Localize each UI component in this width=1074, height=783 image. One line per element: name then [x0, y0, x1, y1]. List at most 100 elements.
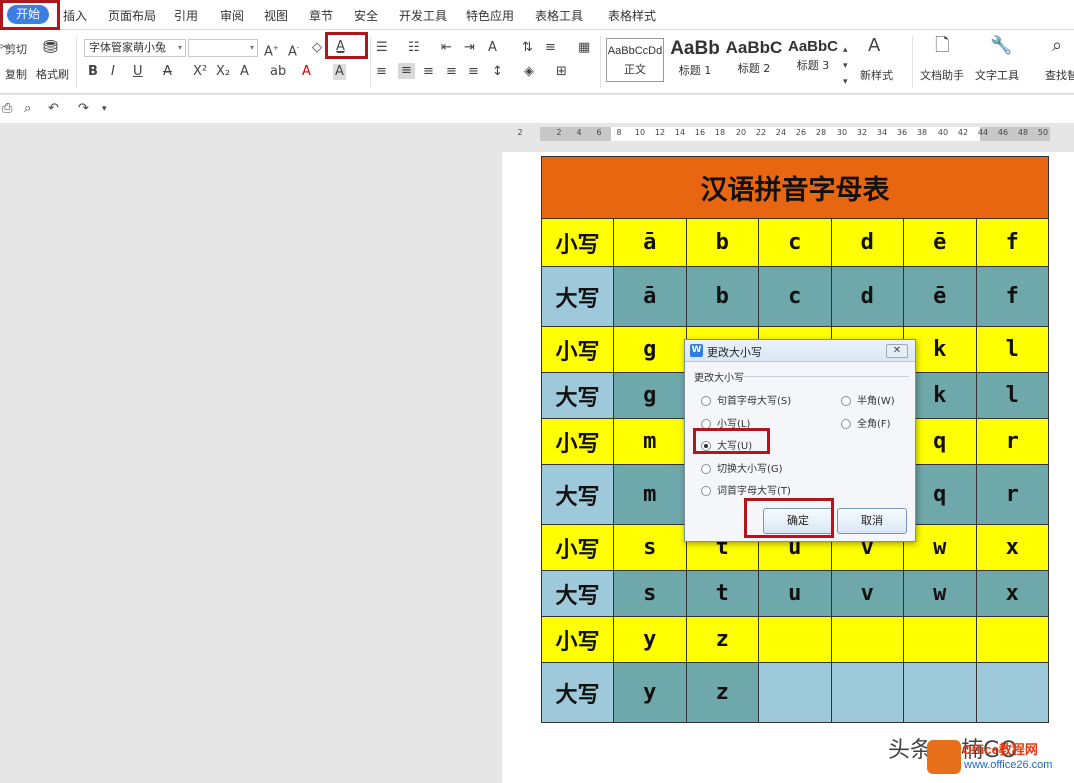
style-heading-1[interactable]: AaBb 标题 1: [666, 38, 724, 82]
strikethrough-icon[interactable]: A: [163, 64, 172, 80]
borders-icon[interactable]: ▦: [578, 40, 590, 56]
print-icon[interactable]: ⎙: [2, 101, 12, 117]
undo-icon[interactable]: ↶: [48, 101, 59, 117]
shrink-font-icon[interactable]: A-: [288, 40, 299, 60]
table-cell[interactable]: [975, 662, 1049, 723]
table-borders-icon[interactable]: ⊞: [556, 64, 567, 80]
align-left-icon[interactable]: ≡: [376, 64, 387, 80]
table-cell[interactable]: y: [613, 662, 687, 723]
table-cell[interactable]: v: [830, 570, 904, 617]
char-shading-icon[interactable]: A: [333, 64, 346, 80]
shading-icon[interactable]: ◈: [524, 64, 534, 80]
customize-icon[interactable]: ▾: [102, 101, 107, 117]
table-cell[interactable]: [975, 616, 1049, 663]
row-label[interactable]: 小写: [541, 326, 614, 373]
table-cell[interactable]: z: [685, 662, 759, 723]
row-label[interactable]: 大写: [541, 266, 614, 327]
table-cell[interactable]: g: [613, 372, 687, 419]
table-cell[interactable]: c: [758, 218, 832, 267]
table-cell[interactable]: s: [613, 524, 687, 571]
radio-half-width[interactable]: 半角(W): [841, 392, 895, 407]
table-cell[interactable]: f: [975, 218, 1049, 267]
radio-sentence-case[interactable]: 句首字母大写(S): [701, 392, 791, 407]
tab-table-style[interactable]: 表格样式: [608, 7, 656, 24]
dialog-titlebar[interactable]: W 更改大小写 ✕: [685, 340, 915, 362]
table-cell[interactable]: ē: [903, 266, 977, 327]
row-label[interactable]: 大写: [541, 662, 614, 723]
clear-format-icon[interactable]: ◇: [312, 40, 322, 56]
style-normal[interactable]: AaBbCcDd 正文: [606, 38, 664, 82]
table-cell[interactable]: b: [685, 218, 759, 267]
find-button[interactable]: 查找替: [1045, 67, 1074, 83]
radio-toggle-case[interactable]: 切换大小写(G): [701, 460, 783, 475]
style-heading-2[interactable]: AaBbC 标题 2: [725, 38, 783, 82]
doc-assistant-button[interactable]: 文档助手: [920, 67, 964, 83]
table-cell[interactable]: w: [903, 570, 977, 617]
numbered-list-icon[interactable]: ☷: [408, 40, 420, 56]
new-style-button[interactable]: 新样式: [860, 67, 893, 83]
tab-review[interactable]: 审阅: [220, 7, 244, 24]
superscript-icon[interactable]: X²: [193, 64, 207, 80]
font-size-select[interactable]: ▾: [188, 39, 258, 57]
close-icon[interactable]: ✕: [886, 344, 908, 358]
row-label[interactable]: 小写: [541, 616, 614, 663]
table-cell[interactable]: u: [758, 570, 832, 617]
table-cell[interactable]: l: [975, 372, 1049, 419]
styles-scroll-icon[interactable]: ▴ ▾ ▾: [843, 42, 848, 90]
copy-button[interactable]: 复制: [5, 66, 27, 82]
redo-icon[interactable]: ↷: [78, 101, 89, 117]
pinyin-guide-icon[interactable]: A: [488, 40, 497, 56]
justify-icon[interactable]: ≡: [446, 64, 457, 80]
format-painter-button[interactable]: 格式刷: [36, 66, 69, 82]
distribute-icon[interactable]: ≡: [468, 64, 479, 80]
tab-developer[interactable]: 开发工具: [399, 7, 447, 24]
table-cell[interactable]: [830, 616, 904, 663]
tab-references[interactable]: 引用: [174, 7, 198, 24]
table-cell[interactable]: x: [975, 570, 1049, 617]
table-cell[interactable]: z: [685, 616, 759, 663]
sort-icon[interactable]: ⇅: [522, 40, 533, 56]
table-cell[interactable]: [758, 662, 832, 723]
font-color-icon[interactable]: A: [302, 64, 311, 80]
table-cell[interactable]: t: [685, 570, 759, 617]
table-cell[interactable]: d: [830, 218, 904, 267]
text-tools-button[interactable]: 文字工具: [975, 67, 1019, 83]
tab-table-tools[interactable]: 表格工具: [535, 7, 583, 24]
font-name-select[interactable]: 字体管家萌小兔 ▾: [84, 39, 186, 57]
tab-security[interactable]: 安全: [354, 7, 378, 24]
style-heading-3[interactable]: AaBbC 标题 3: [784, 38, 842, 82]
table-cell[interactable]: y: [613, 616, 687, 663]
row-label[interactable]: 小写: [541, 218, 614, 267]
table-cell[interactable]: b: [685, 266, 759, 327]
table-cell[interactable]: [903, 662, 977, 723]
align-right-icon[interactable]: ≡: [423, 64, 434, 80]
tab-page-layout[interactable]: 页面布局: [108, 7, 156, 24]
line-spacing-icon[interactable]: ≡: [545, 40, 556, 56]
table-cell[interactable]: ā: [613, 266, 687, 327]
table-title[interactable]: 汉语拼音字母表: [541, 156, 1049, 219]
print-preview-icon[interactable]: ⌕: [24, 101, 31, 117]
text-effect-icon[interactable]: A: [240, 64, 249, 80]
align-center-icon[interactable]: ≡: [398, 63, 415, 79]
table-cell[interactable]: ē: [903, 218, 977, 267]
tab-section[interactable]: 章节: [309, 7, 333, 24]
table-cell[interactable]: [903, 616, 977, 663]
table-cell[interactable]: s: [613, 570, 687, 617]
table-cell[interactable]: g: [613, 326, 687, 373]
table-cell[interactable]: [830, 662, 904, 723]
table-cell[interactable]: m: [613, 418, 687, 465]
radio-full-width[interactable]: 全角(F): [841, 415, 891, 430]
tab-insert[interactable]: 插入: [63, 7, 87, 24]
row-label[interactable]: 大写: [541, 570, 614, 617]
row-label[interactable]: 小写: [541, 524, 614, 571]
table-cell[interactable]: d: [830, 266, 904, 327]
row-label[interactable]: 大写: [541, 464, 614, 525]
radio-title-case[interactable]: 词首字母大写(T): [701, 482, 791, 497]
table-cell[interactable]: f: [975, 266, 1049, 327]
bold-icon[interactable]: B: [88, 64, 98, 80]
row-label[interactable]: 大写: [541, 372, 614, 419]
table-cell[interactable]: r: [975, 464, 1049, 525]
table-cell[interactable]: ā: [613, 218, 687, 267]
table-cell[interactable]: c: [758, 266, 832, 327]
cut-button[interactable]: 剪切: [5, 41, 27, 57]
